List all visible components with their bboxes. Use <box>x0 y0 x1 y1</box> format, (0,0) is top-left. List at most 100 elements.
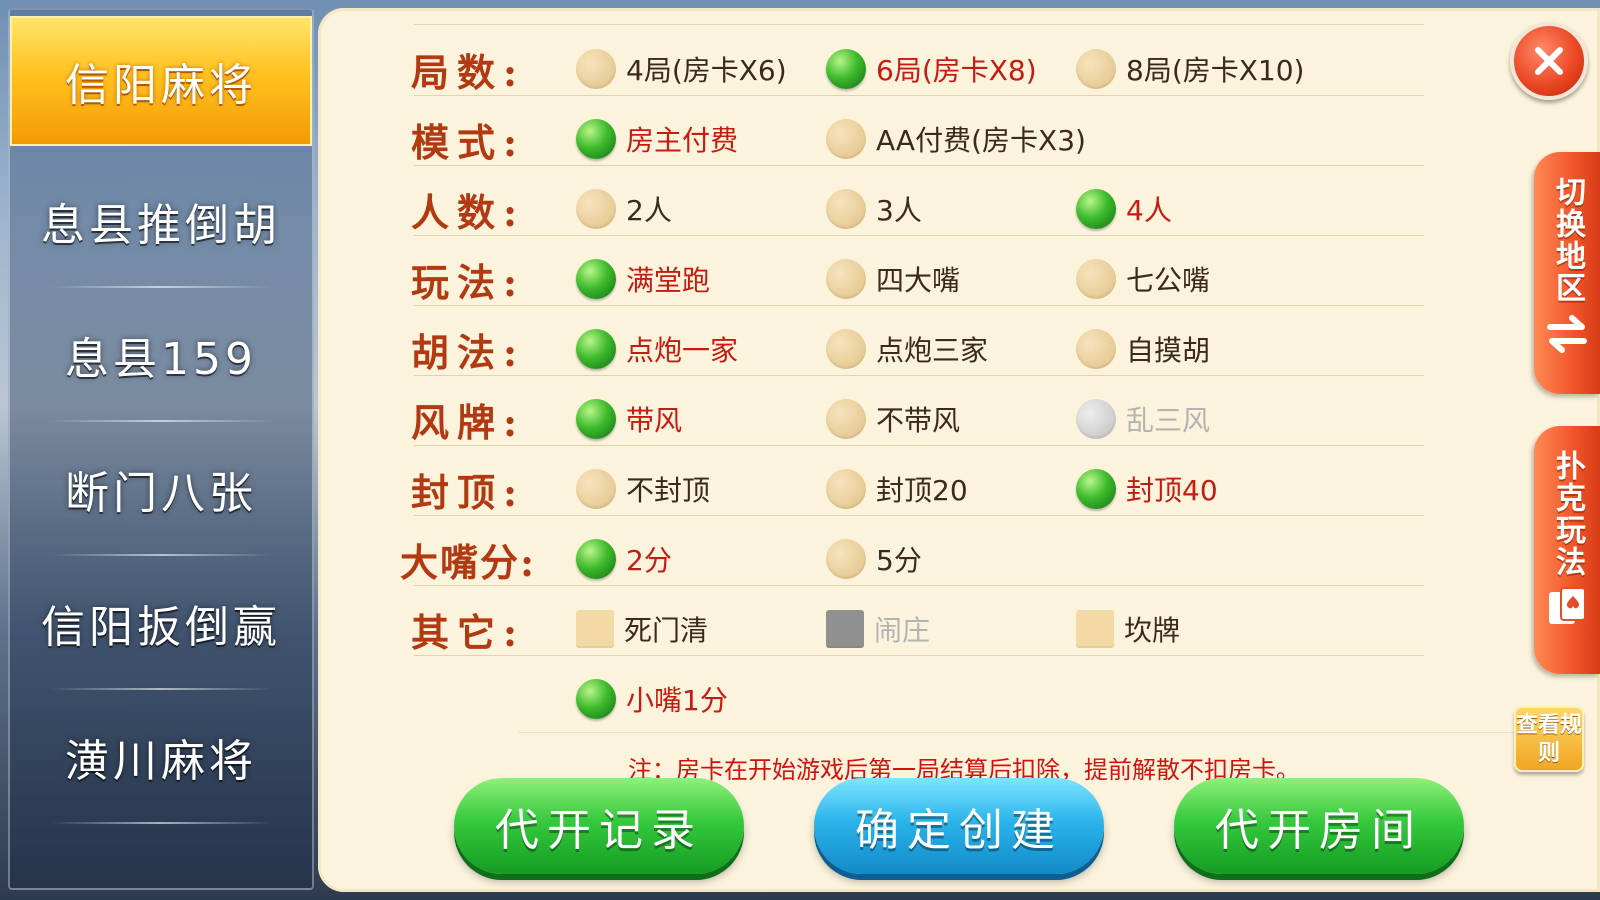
radio-hu-dianpao-yijia[interactable]: 点炮一家 <box>576 314 738 384</box>
radio-rounds-8[interactable]: 8局(房卡X10) <box>1076 34 1304 104</box>
sidebar-item-label: 信阳麻将 <box>65 60 257 111</box>
radio-mode-host-pay[interactable]: 房主付费 <box>576 104 738 174</box>
sidebar-item-label: 息县推倒胡 <box>41 200 281 251</box>
row-divider <box>414 515 1424 516</box>
radio-icon <box>576 189 616 229</box>
option-row-hu: 胡法: 点炮一家 点炮三家 自摸胡 <box>318 314 1418 384</box>
option-row-play: 玩法: 满堂跑 四大嘴 七公嘴 <box>318 244 1418 314</box>
close-icon <box>1535 47 1563 75</box>
poker-play-tab[interactable]: 扑克玩法 <box>1534 426 1600 674</box>
row-divider <box>414 585 1424 586</box>
confirm-create-button[interactable]: 确定创建 <box>814 778 1104 874</box>
row-label-mode: 模式: <box>410 119 526 165</box>
radio-cap-none[interactable]: 不封顶 <box>576 454 710 524</box>
radio-icon <box>576 49 616 89</box>
radio-icon <box>826 469 866 509</box>
radio-icon <box>1076 329 1116 369</box>
option-row-big-score: 大嘴分: 2分 5分 <box>318 524 1418 594</box>
radio-checked-icon <box>576 539 616 579</box>
row-divider <box>414 95 1424 96</box>
row-divider <box>414 655 1424 656</box>
row-label-cap: 封顶: <box>410 469 526 515</box>
sidebar-item-huangchuan-mahjong[interactable]: 潢川麻将 <box>10 690 312 824</box>
radio-checked-icon <box>1076 189 1116 229</box>
row-divider <box>414 305 1424 306</box>
radio-checked-icon <box>576 399 616 439</box>
sidebar-item-duanmen-bazhang[interactable]: 断门八张 <box>10 422 312 556</box>
radio-wind-with[interactable]: 带风 <box>576 384 682 454</box>
radio-small-score-1[interactable]: 小嘴1分 <box>576 664 728 734</box>
sidebar-item-xinyang-bandaoying[interactable]: 信阳扳倒赢 <box>10 556 312 690</box>
sidebar-item-label: 息县159 <box>65 334 257 385</box>
checkbox-disabled-icon <box>826 610 864 648</box>
radio-rounds-6[interactable]: 6局(房卡X8) <box>826 34 1037 104</box>
row-divider <box>414 445 1424 446</box>
sidebar-item-xinyang-mahjong[interactable]: 信阳麻将 <box>10 16 312 146</box>
row-divider <box>414 165 1424 166</box>
sidebar-item-label: 信阳扳倒赢 <box>41 602 281 653</box>
radio-checked-icon <box>826 49 866 89</box>
radio-icon <box>826 189 866 229</box>
switch-region-tab[interactable]: 切换地区 <box>1534 152 1600 394</box>
divider <box>50 822 272 824</box>
radio-checked-icon <box>576 329 616 369</box>
option-row-mode: 模式: 房主付费 AA付费(房卡X3) <box>318 104 1418 174</box>
radio-cap-40[interactable]: 封顶40 <box>1076 454 1218 524</box>
radio-icon <box>826 119 866 159</box>
row-label-other: 其它: <box>410 609 526 655</box>
radio-rounds-4[interactable]: 4局(房卡X6) <box>576 34 787 104</box>
row-divider <box>414 235 1424 236</box>
row-divider <box>414 24 1424 25</box>
radio-big-score-2[interactable]: 2分 <box>576 524 672 594</box>
row-label-rounds: 局数: <box>410 49 526 95</box>
close-button[interactable] <box>1510 22 1588 100</box>
row-divider <box>518 732 1558 733</box>
radio-players-3[interactable]: 3人 <box>826 174 922 244</box>
radio-wind-luansan: 乱三风 <box>1076 384 1210 454</box>
radio-icon <box>1076 49 1116 89</box>
radio-icon <box>826 329 866 369</box>
row-divider <box>414 375 1424 376</box>
radio-players-4[interactable]: 4人 <box>1076 174 1172 244</box>
row-label-big-score: 大嘴分: <box>399 539 537 585</box>
checkbox-icon <box>1076 610 1114 648</box>
row-label-wind: 风牌: <box>410 399 526 445</box>
radio-checked-icon <box>576 119 616 159</box>
radio-icon <box>826 399 866 439</box>
option-row-other: 其它: 死门清 闹庄 坎牌 <box>318 594 1418 664</box>
checkbox-naozhuang: 闹庄 <box>826 594 930 664</box>
radio-icon <box>826 539 866 579</box>
row-label-hu: 胡法: <box>410 329 526 375</box>
radio-icon <box>826 259 866 299</box>
radio-wind-without[interactable]: 不带风 <box>826 384 960 454</box>
sidebar-item-xixian-tuidaohu[interactable]: 息县推倒胡 <box>10 154 312 288</box>
radio-players-2[interactable]: 2人 <box>576 174 672 244</box>
sidebar-item-label: 潢川麻将 <box>65 736 257 787</box>
radio-play-qigongzui[interactable]: 七公嘴 <box>1076 244 1210 314</box>
playing-card-icon <box>1549 587 1586 624</box>
radio-checked-icon <box>576 679 616 719</box>
option-row-cap: 封顶: 不封顶 封顶20 封顶40 <box>318 454 1418 524</box>
sidebar-item-xixian-159[interactable]: 息县159 <box>10 288 312 422</box>
switch-region-label: 切换地区 <box>1550 176 1585 304</box>
option-row-wind: 风牌: 带风 不带风 乱三风 <box>318 384 1418 454</box>
option-row-rounds: 局数: 4局(房卡X6) 6局(房卡X8) 8局(房卡X10) <box>318 34 1418 104</box>
sidebar-item-label: 断门八张 <box>65 468 257 519</box>
radio-cap-20[interactable]: 封顶20 <box>826 454 968 524</box>
radio-play-sidazui[interactable]: 四大嘴 <box>826 244 960 314</box>
radio-hu-zimo[interactable]: 自摸胡 <box>1076 314 1210 384</box>
radio-play-mantangpao[interactable]: 满堂跑 <box>576 244 710 314</box>
proxy-record-button[interactable]: 代开记录 <box>454 778 744 874</box>
radio-hu-dianpao-sanjia[interactable]: 点炮三家 <box>826 314 988 384</box>
swap-arrows-icon <box>1547 315 1587 353</box>
checkbox-icon <box>576 610 614 648</box>
checkbox-kanpai[interactable]: 坎牌 <box>1076 594 1180 664</box>
checkbox-simenqing[interactable]: 死门清 <box>576 594 708 664</box>
radio-big-score-5[interactable]: 5分 <box>826 524 922 594</box>
radio-mode-aa-pay[interactable]: AA付费(房卡X3) <box>826 104 1086 174</box>
proxy-room-button[interactable]: 代开房间 <box>1174 778 1464 874</box>
row-label-play: 玩法: <box>410 259 526 305</box>
radio-disabled-icon <box>1076 399 1116 439</box>
region-game-sidebar: 信阳麻将 息县推倒胡 息县159 断门八张 信阳扳倒赢 潢川麻将 <box>8 8 314 890</box>
view-rules-button[interactable]: 查看规则 <box>1514 706 1584 772</box>
